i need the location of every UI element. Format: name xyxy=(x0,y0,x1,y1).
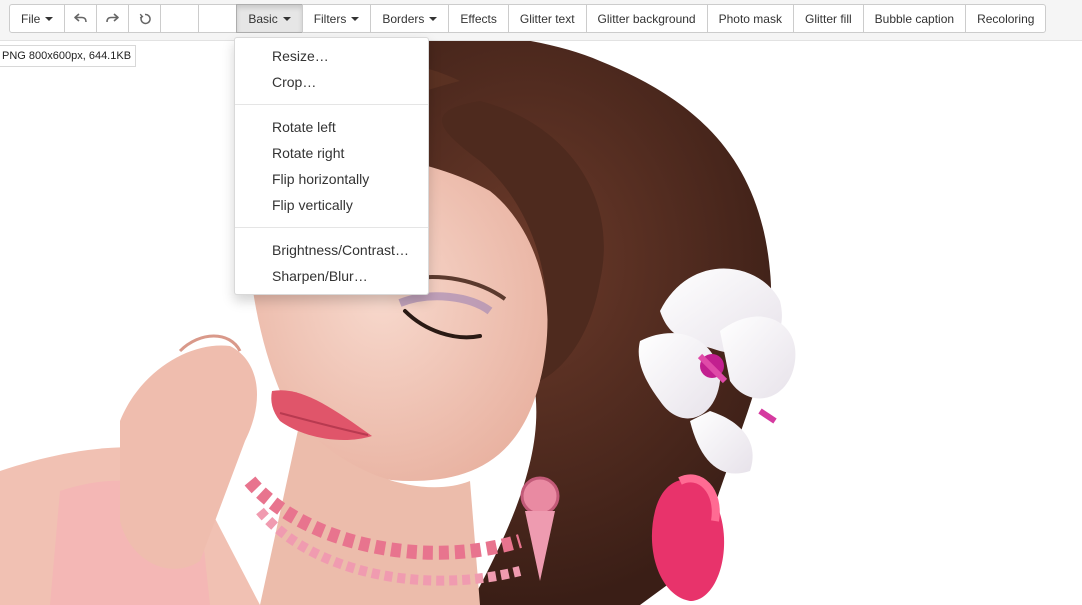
photo-mask-button[interactable]: Photo mask xyxy=(706,4,794,33)
glitter-fill-button[interactable]: Glitter fill xyxy=(792,4,864,33)
chevron-down-icon xyxy=(45,16,54,21)
chevron-down-icon xyxy=(282,16,291,21)
menu-divider xyxy=(235,104,428,105)
menu-item-rotate-left[interactable]: Rotate left xyxy=(235,114,428,140)
borders-menu-button[interactable]: Borders xyxy=(370,4,450,33)
undo-icon xyxy=(74,13,88,23)
top-toolbar-bar: File Basic Filters Borders Effects Glitt… xyxy=(0,0,1082,41)
glitter-background-button[interactable]: Glitter background xyxy=(585,4,708,33)
menu-item-resize[interactable]: Resize… xyxy=(235,43,428,69)
reset-icon xyxy=(139,13,151,24)
undo-button[interactable] xyxy=(64,4,98,33)
menu-item-crop[interactable]: Crop… xyxy=(235,69,428,95)
bubble-caption-button[interactable]: Bubble caption xyxy=(862,4,967,33)
glitter-text-button[interactable]: Glitter text xyxy=(507,4,587,33)
blank-button-1[interactable] xyxy=(160,4,200,33)
basic-menu-button[interactable]: Basic xyxy=(236,4,303,33)
reset-button[interactable] xyxy=(128,4,162,33)
menu-item-brightness-contrast[interactable]: Brightness/Contrast… xyxy=(235,237,428,263)
menu-divider xyxy=(235,227,428,228)
effects-button[interactable]: Effects xyxy=(448,4,509,33)
menu-item-flip-vertically[interactable]: Flip vertically xyxy=(235,192,428,218)
file-menu-label: File xyxy=(21,11,41,26)
redo-icon xyxy=(106,13,120,23)
basic-dropdown-menu: Resize… Crop… Rotate left Rotate right F… xyxy=(234,37,429,295)
toolbar: File Basic Filters Borders Effects Glitt… xyxy=(9,4,1047,33)
image-info-label: PNG 800x600px, 644.1KB xyxy=(0,45,137,67)
recoloring-button[interactable]: Recoloring xyxy=(965,4,1047,33)
blank-button-2[interactable] xyxy=(198,4,238,33)
file-menu-button[interactable]: File xyxy=(9,4,66,33)
borders-menu-label: Borders xyxy=(382,11,425,26)
filters-menu-label: Filters xyxy=(313,11,347,26)
filters-menu-button[interactable]: Filters xyxy=(301,4,372,33)
chevron-down-icon xyxy=(351,16,360,21)
redo-button[interactable] xyxy=(96,4,130,33)
menu-item-sharpen-blur[interactable]: Sharpen/Blur… xyxy=(235,263,428,289)
chevron-down-icon xyxy=(429,16,438,21)
basic-menu-label: Basic xyxy=(248,11,278,26)
image-canvas[interactable] xyxy=(0,41,1082,605)
menu-item-rotate-right[interactable]: Rotate right xyxy=(235,140,428,166)
menu-item-flip-horizontally[interactable]: Flip horizontally xyxy=(235,166,428,192)
